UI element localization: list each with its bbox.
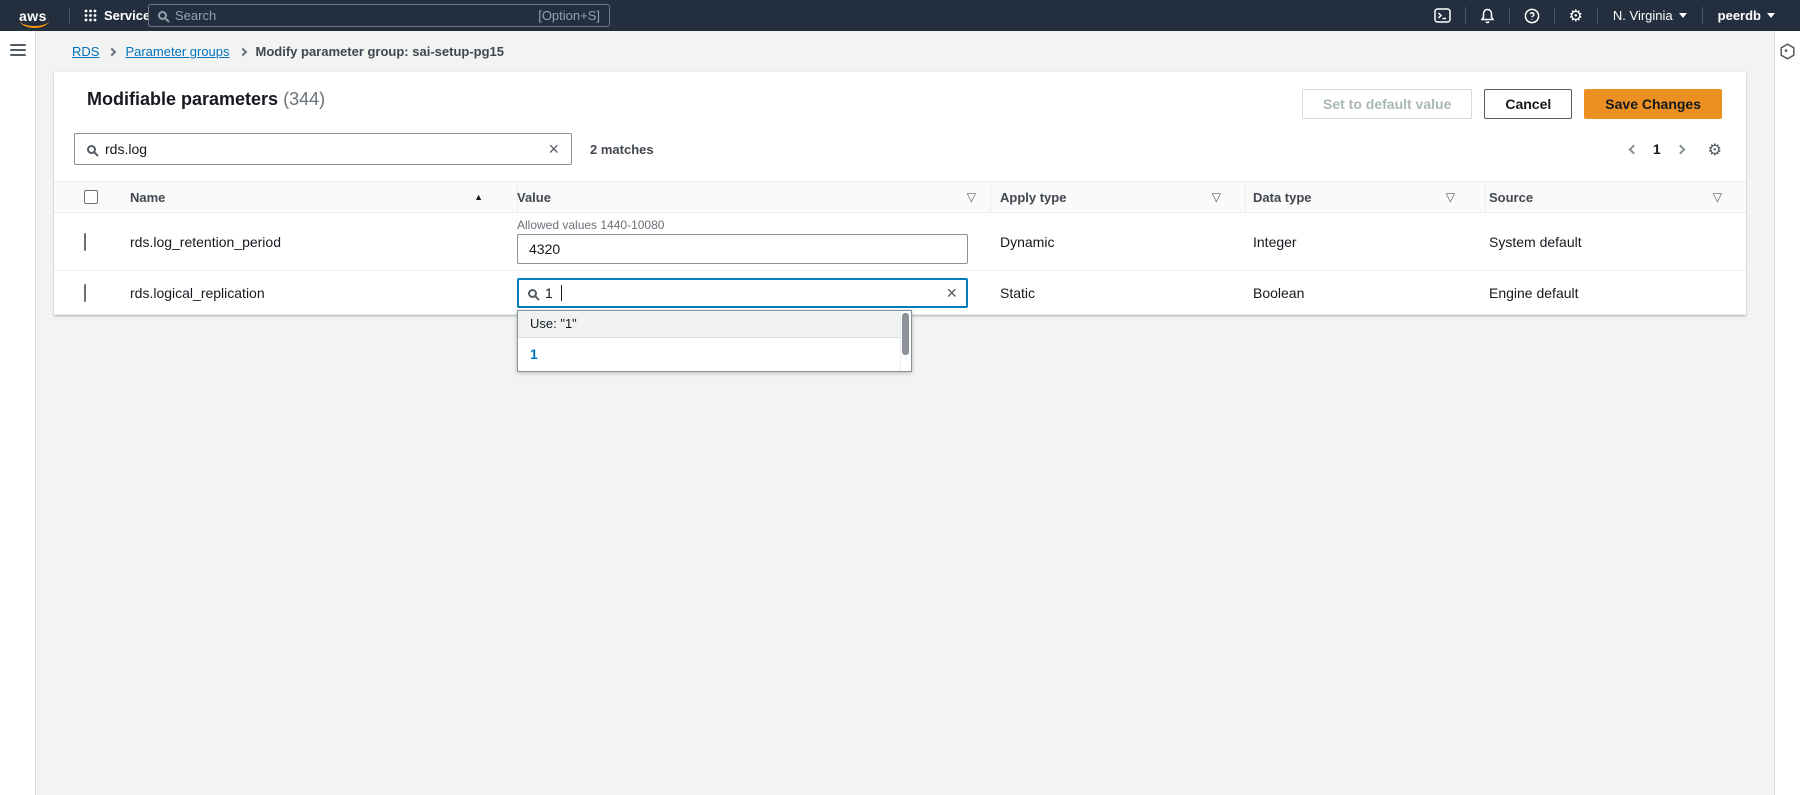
- dropdown-option-1[interactable]: 1: [518, 338, 911, 371]
- chevron-right-icon: [108, 48, 116, 56]
- account-label: peerdb: [1718, 8, 1761, 23]
- breadcrumb-current-page: Modify parameter group: sai-setup-pg15: [256, 44, 504, 59]
- column-header-apply-type[interactable]: Apply type ▽: [990, 182, 1245, 212]
- help-button[interactable]: [1512, 8, 1552, 24]
- autocomplete-value-text: 1: [545, 285, 553, 301]
- dropdown-scrollbar[interactable]: [900, 311, 911, 371]
- search-icon: [87, 145, 96, 154]
- parameter-count: (344): [283, 89, 325, 109]
- column-header-value[interactable]: Value ▽: [517, 182, 990, 212]
- search-icon: [528, 289, 537, 298]
- divider: [1597, 7, 1598, 24]
- table-row: rds.logical_replication 1 × Use: "1" 1 S…: [54, 271, 1746, 315]
- bell-icon: [1480, 8, 1495, 24]
- table-header-row: Name ▲ Value ▽ Apply type ▽ Data type ▽ …: [54, 181, 1746, 213]
- value-cell: 1 × Use: "1" 1: [517, 271, 990, 314]
- table-preferences-gear-icon[interactable]: ⚙: [1708, 140, 1722, 159]
- value-cell: Allowed values 1440-10080: [517, 213, 990, 270]
- chevron-right-icon: [238, 48, 246, 56]
- help-icon: [1524, 8, 1540, 24]
- global-search-input[interactable]: Search [Option+S]: [148, 4, 610, 27]
- side-panel-toggle[interactable]: [1779, 43, 1796, 795]
- aws-logo[interactable]: aws: [19, 8, 47, 24]
- select-all-checkbox[interactable]: [84, 190, 98, 204]
- filter-icon[interactable]: ▽: [1713, 190, 1722, 204]
- next-page-icon[interactable]: [1675, 144, 1685, 154]
- save-changes-button[interactable]: Save Changes: [1584, 89, 1722, 119]
- right-panel-collapsed: [1774, 31, 1800, 795]
- cancel-button[interactable]: Cancel: [1484, 89, 1572, 119]
- search-icon: [158, 11, 167, 20]
- divider: [1554, 7, 1555, 24]
- breadcrumb-parameter-groups-link[interactable]: Parameter groups: [125, 44, 229, 59]
- hamburger-menu-icon[interactable]: [10, 44, 26, 56]
- column-header-name[interactable]: Name ▲: [112, 182, 517, 212]
- hexagon-resource-icon: [1779, 43, 1796, 60]
- search-shortcut-hint: [Option+S]: [538, 8, 600, 23]
- modifiable-parameters-panel: Modifiable parameters (344) Set to defau…: [54, 72, 1746, 315]
- previous-page-icon[interactable]: [1628, 144, 1638, 154]
- clear-value-icon[interactable]: ×: [946, 284, 957, 302]
- divider: [69, 7, 70, 24]
- page-title: Modifiable parameters (344): [87, 89, 325, 110]
- cloudshell-icon: [1434, 8, 1451, 23]
- gear-icon: ⚙: [1569, 8, 1583, 24]
- region-label: N. Virginia: [1613, 8, 1673, 23]
- row-checkbox[interactable]: [84, 233, 86, 251]
- data-type-cell: Integer: [1245, 234, 1485, 250]
- text-cursor: [561, 285, 562, 301]
- allowed-values-hint: Allowed values 1440-10080: [517, 218, 968, 232]
- chevron-down-icon: [1767, 13, 1775, 18]
- table-row: rds.log_retention_period Allowed values …: [54, 213, 1746, 271]
- divider: [1509, 7, 1510, 24]
- search-placeholder: Search: [175, 8, 530, 23]
- apply-type-cell: Dynamic: [990, 234, 1245, 250]
- match-count: 2 matches: [590, 142, 654, 157]
- value-input[interactable]: [517, 234, 968, 264]
- pagination: 1: [1630, 141, 1684, 157]
- settings-button[interactable]: ⚙: [1557, 8, 1595, 24]
- chevron-down-icon: [1679, 13, 1687, 18]
- parameter-name: rds.logical_replication: [112, 285, 517, 301]
- breadcrumb-rds-link[interactable]: RDS: [72, 44, 99, 59]
- current-page-number[interactable]: 1: [1653, 141, 1661, 157]
- account-menu[interactable]: peerdb: [1705, 8, 1788, 23]
- region-selector[interactable]: N. Virginia: [1600, 8, 1700, 23]
- divider: [1702, 7, 1703, 24]
- column-header-source[interactable]: Source ▽: [1485, 182, 1726, 212]
- set-to-default-button[interactable]: Set to default value: [1302, 89, 1472, 119]
- services-menu-button[interactable]: Services: [84, 8, 158, 23]
- scrollbar-thumb[interactable]: [902, 313, 909, 355]
- column-header-data-type[interactable]: Data type ▽: [1245, 182, 1485, 212]
- value-autocomplete-input[interactable]: 1 ×: [517, 278, 968, 308]
- clear-filter-icon[interactable]: ×: [548, 140, 559, 158]
- divider: [1465, 7, 1466, 24]
- apply-type-cell: Static: [990, 285, 1245, 301]
- topbar-right-cluster: ⚙ N. Virginia peerdb: [1422, 0, 1788, 31]
- cloudshell-button[interactable]: [1422, 8, 1463, 23]
- top-navigation-bar: aws Services Search [Option+S]: [0, 0, 1800, 31]
- filter-icon[interactable]: ▽: [1212, 190, 1221, 204]
- parameters-table: Name ▲ Value ▽ Apply type ▽ Data type ▽ …: [54, 181, 1746, 315]
- source-cell: Engine default: [1485, 285, 1726, 301]
- filter-icon[interactable]: ▽: [1446, 190, 1455, 204]
- dropdown-use-entry[interactable]: Use: "1": [518, 311, 911, 338]
- parameter-name: rds.log_retention_period: [112, 234, 517, 250]
- breadcrumb: RDS Parameter groups Modify parameter gr…: [72, 44, 504, 59]
- filter-query-text: rds.log: [105, 141, 539, 157]
- parameter-filter-input[interactable]: rds.log ×: [74, 133, 572, 165]
- notifications-button[interactable]: [1468, 8, 1507, 24]
- grid-icon: [84, 9, 97, 22]
- sort-ascending-icon: ▲: [474, 192, 483, 202]
- filter-icon[interactable]: ▽: [967, 190, 976, 204]
- left-navigation-collapsed: [0, 31, 36, 795]
- data-type-cell: Boolean: [1245, 285, 1485, 301]
- row-checkbox[interactable]: [84, 284, 86, 302]
- autocomplete-dropdown: Use: "1" 1: [517, 310, 912, 372]
- source-cell: System default: [1485, 234, 1726, 250]
